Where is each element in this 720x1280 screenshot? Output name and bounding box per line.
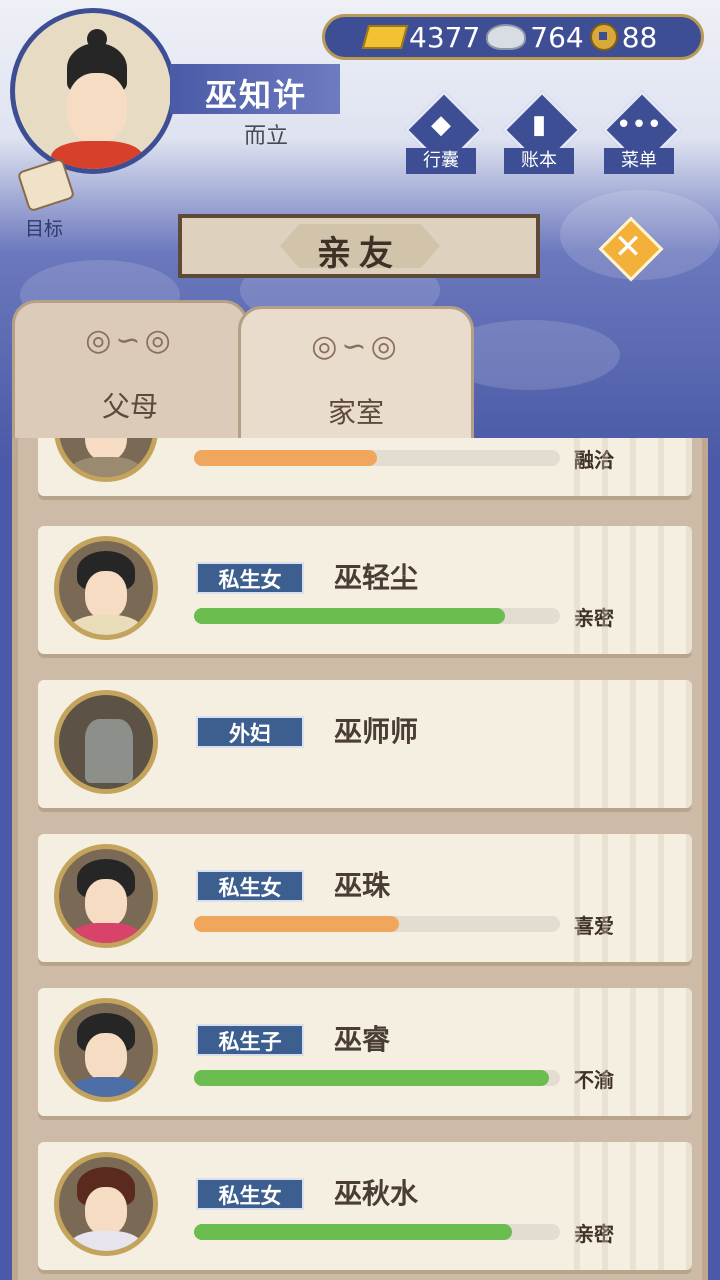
- bag-button[interactable]: ◆ 行囊: [402, 90, 484, 176]
- relative-card[interactable]: 私生女 巫珠 喜爱: [38, 834, 692, 962]
- affinity-bar: [194, 1070, 560, 1086]
- menu-button[interactable]: ••• 菜单: [600, 90, 682, 176]
- tab-family[interactable]: ◎∽◎ 家室: [238, 306, 474, 450]
- relative-name: 巫珠: [334, 869, 391, 902]
- relation-tag: 私生女: [196, 870, 304, 902]
- affinity-bar: [194, 916, 560, 932]
- affinity-status: 喜爱: [574, 914, 614, 938]
- more-dots-icon: •••: [615, 110, 662, 140]
- relation-tag: 私生子: [196, 1024, 304, 1056]
- relation-tag: 私生女: [196, 562, 304, 594]
- player-avatar[interactable]: [10, 8, 176, 174]
- affinity-status: 亲密: [574, 606, 614, 630]
- ledger-icon: ▮: [531, 110, 547, 140]
- relative-portrait: [54, 536, 158, 640]
- silver-ingot-icon: [486, 24, 527, 50]
- tab-parents[interactable]: ◎∽◎ 父母: [12, 300, 248, 450]
- goal-button[interactable]: 目标: [14, 157, 76, 240]
- bag-icon: ◆: [431, 110, 451, 140]
- relative-card[interactable]: 私生女 巫秋水 亲密: [38, 1142, 692, 1270]
- relative-portrait: [54, 998, 158, 1102]
- player-age-title: 而立: [244, 124, 289, 149]
- relative-name: 巫秋水: [334, 1177, 419, 1210]
- ledger-button[interactable]: ▮ 账本: [500, 90, 582, 176]
- affinity-bar: [194, 450, 560, 466]
- relation-tag: 私生女: [196, 1178, 304, 1210]
- relative-portrait: [54, 438, 158, 482]
- relative-portrait: [54, 1152, 158, 1256]
- affinity-status: 融洽: [574, 448, 614, 472]
- affinity-bar: [194, 608, 560, 624]
- gold-ingot-icon: [361, 25, 409, 49]
- relative-name: 巫轻尘: [334, 561, 419, 594]
- affinity-status: 不渝: [574, 1068, 614, 1092]
- silver-amount: 764: [530, 20, 584, 54]
- close-button[interactable]: ✕: [598, 216, 664, 282]
- relative-card[interactable]: 融洽: [38, 438, 692, 496]
- affinity-bar: [194, 1224, 560, 1240]
- currency-bar: 4377 764 88: [322, 14, 704, 60]
- cloud-knot-icon: ◎∽◎: [85, 323, 175, 358]
- coin-amount: 88: [621, 20, 658, 54]
- relative-portrait: [54, 844, 158, 948]
- copper-coin-icon: [589, 23, 618, 51]
- relative-name: 巫睿: [334, 1023, 391, 1056]
- relative-name: 巫师师: [334, 715, 419, 748]
- gold-amount: 4377: [409, 20, 481, 54]
- scroll-icon: [16, 157, 76, 213]
- affinity-status: 亲密: [574, 1222, 614, 1246]
- relative-portrait: [54, 690, 158, 794]
- close-icon: ✕: [613, 227, 643, 267]
- relative-card[interactable]: 私生女 巫轻尘 亲密: [38, 526, 692, 654]
- page-title: 亲友: [317, 234, 401, 274]
- relatives-list[interactable]: 融洽 私生女 巫轻尘 亲密 外妇 巫师师 私生女 巫珠 喜爱 私生子 巫睿 不渝…: [12, 438, 708, 1280]
- cloud-knot-icon: ◎∽◎: [311, 329, 401, 364]
- player-name: 巫知许: [205, 76, 308, 114]
- relative-card[interactable]: 私生子 巫睿 不渝: [38, 988, 692, 1116]
- title-banner: 亲友: [178, 214, 540, 278]
- relative-card[interactable]: 外妇 巫师师: [38, 680, 692, 808]
- relation-tag: 外妇: [196, 716, 304, 748]
